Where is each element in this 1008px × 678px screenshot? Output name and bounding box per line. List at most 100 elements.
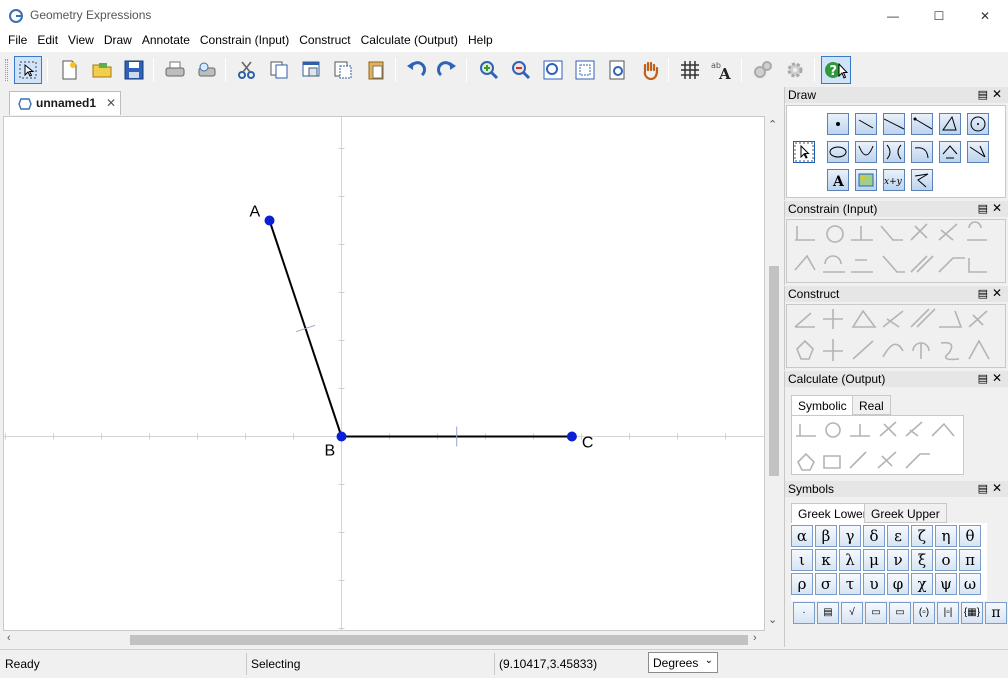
- greek-symbol-button[interactable]: ο: [935, 549, 957, 571]
- zoom-fit-button[interactable]: [539, 56, 567, 84]
- options-button[interactable]: [781, 56, 809, 84]
- fonts-button[interactable]: ab A: [708, 56, 736, 84]
- greek-symbol-button[interactable]: ω: [959, 573, 981, 595]
- template-fraction-button[interactable]: ▤: [817, 602, 839, 624]
- greek-symbol-button[interactable]: ν: [887, 549, 909, 571]
- point-label-B[interactable]: B: [325, 443, 336, 460]
- draw-polygon-tool[interactable]: [939, 113, 961, 135]
- print-button[interactable]: [161, 56, 189, 84]
- print-preview-button[interactable]: [192, 56, 220, 84]
- template-superscript-button[interactable]: ▭: [865, 602, 887, 624]
- scroll-up-icon[interactable]: ⌃: [768, 118, 777, 131]
- greek-symbol-button[interactable]: α: [791, 525, 813, 547]
- greek-symbol-button[interactable]: ψ: [935, 573, 957, 595]
- draw-parabola-tool[interactable]: [855, 141, 877, 163]
- greek-symbol-button[interactable]: ι: [791, 549, 813, 571]
- open-file-button[interactable]: [88, 56, 116, 84]
- settings-button[interactable]: [749, 56, 777, 84]
- template-absolute-button[interactable]: |▫|: [937, 602, 959, 624]
- angle-units-select[interactable]: Degrees ⌄: [648, 652, 718, 673]
- redo-button[interactable]: [433, 56, 461, 84]
- draw-freehand-tool[interactable]: [911, 169, 933, 191]
- draw-function-tool[interactable]: [967, 141, 989, 163]
- template-parentheses-button[interactable]: (▫): [913, 602, 935, 624]
- greek-symbol-button[interactable]: χ: [911, 573, 933, 595]
- scroll-right-icon[interactable]: ›: [753, 632, 757, 644]
- toolbar-grip[interactable]: [5, 59, 8, 81]
- draw-ray-tool[interactable]: [911, 113, 933, 135]
- draw-segment-tool[interactable]: [855, 113, 877, 135]
- draw-circle-tool[interactable]: [967, 113, 989, 135]
- zoom-in-button[interactable]: [475, 56, 503, 84]
- cut-button[interactable]: [233, 56, 261, 84]
- pin-icon[interactable]: ▤: [978, 372, 988, 385]
- greek-symbol-button[interactable]: ε: [887, 525, 909, 547]
- segments[interactable]: [268, 220, 572, 447]
- point-B[interactable]: [336, 431, 347, 442]
- select-tool-button[interactable]: [14, 56, 42, 84]
- greek-symbol-button[interactable]: λ: [839, 549, 861, 571]
- copy-picture-button[interactable]: [329, 56, 357, 84]
- zoom-window-button[interactable]: [571, 56, 599, 84]
- greek-symbol-button[interactable]: δ: [863, 525, 885, 547]
- tab-greek-upper[interactable]: Greek Upper: [864, 503, 947, 523]
- copy-button[interactable]: [265, 56, 293, 84]
- greek-symbol-button[interactable]: κ: [815, 549, 837, 571]
- points[interactable]: A B C: [250, 204, 594, 460]
- greek-symbol-button[interactable]: η: [935, 525, 957, 547]
- tab-unnamed1[interactable]: unnamed1 ✕: [9, 91, 121, 115]
- template-dot-button[interactable]: ·: [793, 602, 815, 624]
- draw-ellipse-tool[interactable]: [827, 141, 849, 163]
- tab-symbolic[interactable]: Symbolic: [791, 395, 854, 415]
- template-subscript-button[interactable]: ▭: [889, 602, 911, 624]
- horizontal-scroll-thumb[interactable]: [130, 635, 748, 645]
- draw-select-tool[interactable]: [793, 141, 815, 163]
- drawing-canvas[interactable]: A B C: [3, 116, 765, 631]
- draw-line-tool[interactable]: [883, 113, 905, 135]
- menu-constrain[interactable]: Constrain (Input): [195, 31, 294, 51]
- greek-symbol-button[interactable]: θ: [959, 525, 981, 547]
- draw-picture-tool[interactable]: [855, 169, 877, 191]
- panel-close-icon[interactable]: ✕: [992, 481, 1002, 495]
- greek-symbol-button[interactable]: τ: [839, 573, 861, 595]
- greek-symbol-button[interactable]: φ: [887, 573, 909, 595]
- undo-button[interactable]: [402, 56, 430, 84]
- menu-draw[interactable]: Draw: [99, 31, 137, 51]
- zoom-page-button[interactable]: [603, 56, 631, 84]
- vertical-scroll-thumb[interactable]: [769, 266, 779, 476]
- draw-locus-tool[interactable]: [939, 141, 961, 163]
- menu-edit[interactable]: Edit: [32, 31, 63, 51]
- greek-symbol-button[interactable]: ξ: [911, 549, 933, 571]
- pan-button[interactable]: [636, 56, 664, 84]
- draw-hyperbola-tool[interactable]: [883, 141, 905, 163]
- maximize-button[interactable]: ☐: [916, 0, 962, 31]
- pin-icon[interactable]: ▤: [978, 287, 988, 300]
- draw-point-tool[interactable]: [827, 113, 849, 135]
- greek-symbol-button[interactable]: μ: [863, 549, 885, 571]
- menu-help[interactable]: Help: [463, 31, 498, 51]
- tab-greek-lower[interactable]: Greek Lower: [791, 503, 874, 523]
- scroll-left-icon[interactable]: ‹: [7, 632, 11, 644]
- greek-symbol-button[interactable]: ζ: [911, 525, 933, 547]
- menu-calculate[interactable]: Calculate (Output): [356, 31, 463, 51]
- new-file-button[interactable]: [55, 56, 83, 84]
- menu-annotate[interactable]: Annotate: [137, 31, 195, 51]
- close-button[interactable]: ✕: [962, 0, 1008, 31]
- copy-as-button[interactable]: [297, 56, 325, 84]
- minimize-button[interactable]: —: [870, 0, 916, 31]
- save-button[interactable]: [120, 56, 148, 84]
- tab-real[interactable]: Real: [852, 395, 891, 415]
- paste-button[interactable]: [362, 56, 390, 84]
- greek-symbol-button[interactable]: γ: [839, 525, 861, 547]
- horizontal-scrollbar[interactable]: ‹ ›: [3, 631, 765, 648]
- greek-symbol-button[interactable]: ρ: [791, 573, 813, 595]
- pin-icon[interactable]: ▤: [978, 202, 988, 215]
- draw-text-tool[interactable]: A: [827, 169, 849, 191]
- point-label-A[interactable]: A: [250, 204, 261, 221]
- zoom-out-button[interactable]: [507, 56, 535, 84]
- scroll-down-icon[interactable]: ⌄: [768, 613, 777, 626]
- greek-symbol-button[interactable]: σ: [815, 573, 837, 595]
- greek-symbol-button[interactable]: β: [815, 525, 837, 547]
- tab-close-icon[interactable]: ✕: [106, 96, 116, 110]
- greek-symbol-button[interactable]: υ: [863, 573, 885, 595]
